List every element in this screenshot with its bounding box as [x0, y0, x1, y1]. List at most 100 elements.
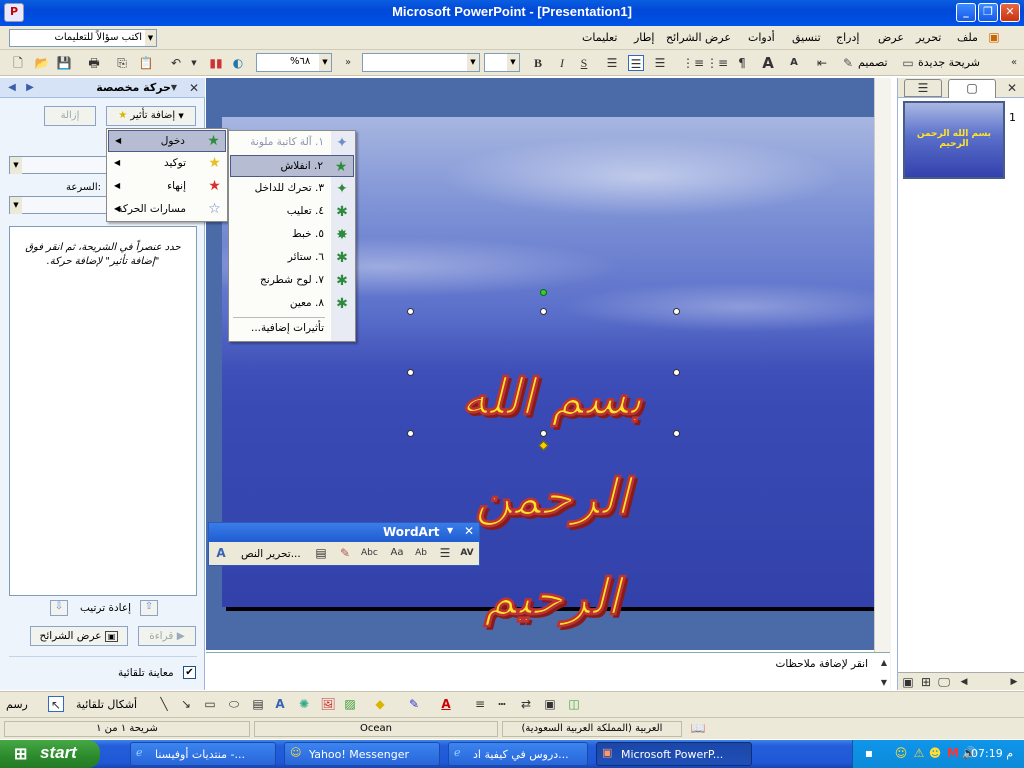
- slideshow-view-icon[interactable]: 🖵: [936, 674, 952, 690]
- vertical-text-icon[interactable]: Ab: [413, 545, 429, 561]
- wordart-shape-icon[interactable]: Abc: [361, 545, 378, 561]
- mail-icon[interactable]: M: [945, 745, 961, 761]
- oval-icon[interactable]: ⬭: [226, 696, 242, 712]
- format-wordart-icon[interactable]: ✎: [337, 545, 353, 561]
- decrease-font-icon[interactable]: A: [786, 55, 802, 71]
- close-icon[interactable]: ✕: [464, 524, 474, 538]
- close-icon[interactable]: ✕: [186, 80, 202, 96]
- wordart-toolbar-header[interactable]: WordArt ▼ ✕: [209, 523, 479, 542]
- same-letter-heights-icon[interactable]: Aa: [389, 545, 405, 561]
- move-up-icon[interactable]: ⇧: [140, 600, 158, 616]
- scroll-left-icon[interactable]: ◀: [956, 674, 972, 690]
- resize-handle[interactable]: [673, 308, 680, 315]
- taskbar-item-yahoo[interactable]: ☺ Yahoo! Messenger: [284, 742, 440, 766]
- resize-handle[interactable]: [540, 308, 547, 315]
- line-icon[interactable]: ╲: [156, 696, 172, 712]
- open-folder-icon[interactable]: 📂: [34, 55, 50, 71]
- toolbar-options-icon[interactable]: «: [1006, 55, 1022, 71]
- doc-icon[interactable]: ▣: [986, 29, 1002, 45]
- menu-insert[interactable]: إدراج: [836, 31, 859, 44]
- normal-view-icon[interactable]: ▣: [900, 674, 916, 690]
- forward-arrow-icon[interactable]: ▶: [22, 80, 38, 96]
- fill-color-icon[interactable]: ◆: [372, 696, 388, 712]
- font-color-icon[interactable]: A: [438, 696, 454, 712]
- arrow-style-icon[interactable]: ⇄: [518, 696, 534, 712]
- font-name-select[interactable]: ▼: [362, 53, 480, 72]
- menu-window[interactable]: إطار: [634, 31, 654, 44]
- close-icon[interactable]: ✕: [1004, 80, 1020, 96]
- diagram-icon[interactable]: ✺: [296, 696, 312, 712]
- print-icon[interactable]: 🖶: [86, 55, 102, 71]
- save-icon[interactable]: 💾: [56, 55, 72, 71]
- new-document-icon[interactable]: 🗋: [10, 55, 26, 71]
- menu-item-dissolve[interactable]: ٥. خبط ✸: [230, 224, 354, 246]
- scroll-right-icon[interactable]: ▶: [1006, 674, 1022, 690]
- autoshapes-menu[interactable]: أشكال تلقائية: [76, 698, 137, 711]
- menu-item-fly-in[interactable]: ٣. تحرك للداخل ✦: [230, 178, 354, 200]
- yahoo-tray-icon[interactable]: ☺: [893, 745, 909, 761]
- chart-icon[interactable]: ▮▮: [208, 55, 224, 71]
- network-icon[interactable]: ▪: [861, 745, 877, 761]
- menu-tools[interactable]: أدوات: [748, 31, 775, 44]
- character-spacing-icon[interactable]: AV: [459, 545, 475, 561]
- add-effect-button[interactable]: ★ إضافة تأثير ▼: [106, 106, 196, 126]
- paragraph-direction-icon[interactable]: ¶: [734, 55, 750, 71]
- undo-dropdown-icon[interactable]: ▼: [186, 55, 202, 71]
- resize-handle[interactable]: [407, 369, 414, 376]
- chevron-down-icon[interactable]: ▼: [166, 80, 182, 96]
- menu-item-color-typewriter[interactable]: ١. آلة كاتبة ملونة ✦: [230, 132, 354, 154]
- alert-icon[interactable]: ⚠: [911, 745, 927, 761]
- remove-button[interactable]: إزالة: [44, 106, 96, 126]
- taskbar-item-forum[interactable]: ℯ منتديات أوفيسنا -...: [130, 742, 276, 766]
- wordart-icon[interactable]: A: [272, 696, 288, 712]
- menu-edit[interactable]: تحرير: [916, 31, 941, 44]
- menu-item-checkerboard[interactable]: ٧. لوح شطرنج ✱: [230, 270, 354, 292]
- chevron-down-icon[interactable]: ▼: [145, 30, 156, 46]
- menu-item-more-effects[interactable]: تأثيرات إضافية...: [230, 318, 354, 340]
- scroll-up-icon[interactable]: ▲: [876, 655, 892, 671]
- menu-help[interactable]: تعليمات: [582, 31, 617, 44]
- app-icon[interactable]: P: [4, 3, 24, 22]
- draw-menu[interactable]: رسم: [6, 698, 28, 711]
- menu-format[interactable]: تنسيق: [792, 31, 821, 44]
- menu-item-blinds[interactable]: ٦. ستائر ✱: [230, 247, 354, 269]
- menu-file[interactable]: ملف: [957, 31, 978, 44]
- new-slide-button[interactable]: شريحة جديدة: [918, 56, 980, 69]
- autopreview-checkbox[interactable]: ✔: [183, 666, 196, 679]
- chevron-down-icon[interactable]: ▼: [447, 526, 453, 535]
- menu-item-emphasis[interactable]: توكيد ◀ ★: [108, 153, 226, 175]
- restore-button[interactable]: ❐: [978, 3, 998, 22]
- slideshow-button[interactable]: عرض الشرائح ▣: [30, 626, 128, 646]
- align-left-icon[interactable]: ☰: [604, 55, 620, 71]
- menu-view[interactable]: عرض: [878, 31, 904, 44]
- decrease-indent-icon[interactable]: ⇤: [814, 55, 830, 71]
- clipart-icon[interactable]: 🖼: [320, 696, 336, 712]
- align-right-icon[interactable]: ☰: [652, 55, 668, 71]
- increase-font-icon[interactable]: A: [760, 55, 776, 71]
- wordart-gallery-icon[interactable]: ▤: [313, 545, 329, 561]
- slides-tab-icon[interactable]: ▢: [948, 79, 996, 98]
- italic-icon[interactable]: I: [554, 55, 570, 71]
- scroll-down-icon[interactable]: ▼: [876, 675, 892, 691]
- insert-wordart-icon[interactable]: A: [213, 545, 229, 561]
- 3d-style-icon[interactable]: ◫: [566, 696, 582, 712]
- bold-icon[interactable]: B: [530, 55, 546, 71]
- taskbar-item-lessons[interactable]: ℯ دروس في كيفية اد...: [448, 742, 588, 766]
- resize-handle[interactable]: [673, 369, 680, 376]
- select-objects-icon[interactable]: ↖: [48, 696, 64, 712]
- resize-handle[interactable]: [673, 430, 680, 437]
- arrow-icon[interactable]: ↘: [178, 696, 194, 712]
- picture-icon[interactable]: ▨: [342, 696, 358, 712]
- slide-sorter-icon[interactable]: ⊞: [918, 674, 934, 690]
- taskbar-item-powerpoint[interactable]: ▣ Microsoft PowerP...: [596, 742, 752, 766]
- chevron-down-icon[interactable]: ▼: [467, 54, 479, 71]
- move-down-icon[interactable]: ⇩: [50, 600, 68, 616]
- menu-item-entrance[interactable]: دخول ◀ ★: [108, 130, 226, 152]
- chevron-down-icon[interactable]: ▼: [10, 197, 22, 214]
- menu-item-exit[interactable]: إنهاء ◀ ★: [108, 176, 226, 198]
- wordart-alignment-icon[interactable]: ☰: [437, 545, 453, 561]
- color-grayscale-icon[interactable]: ◐: [230, 55, 246, 71]
- minimize-button[interactable]: _: [956, 3, 976, 22]
- paste-icon[interactable]: 📋: [138, 55, 154, 71]
- menu-item-motion-paths[interactable]: مسارات الحركة ◀ ☆: [108, 199, 226, 221]
